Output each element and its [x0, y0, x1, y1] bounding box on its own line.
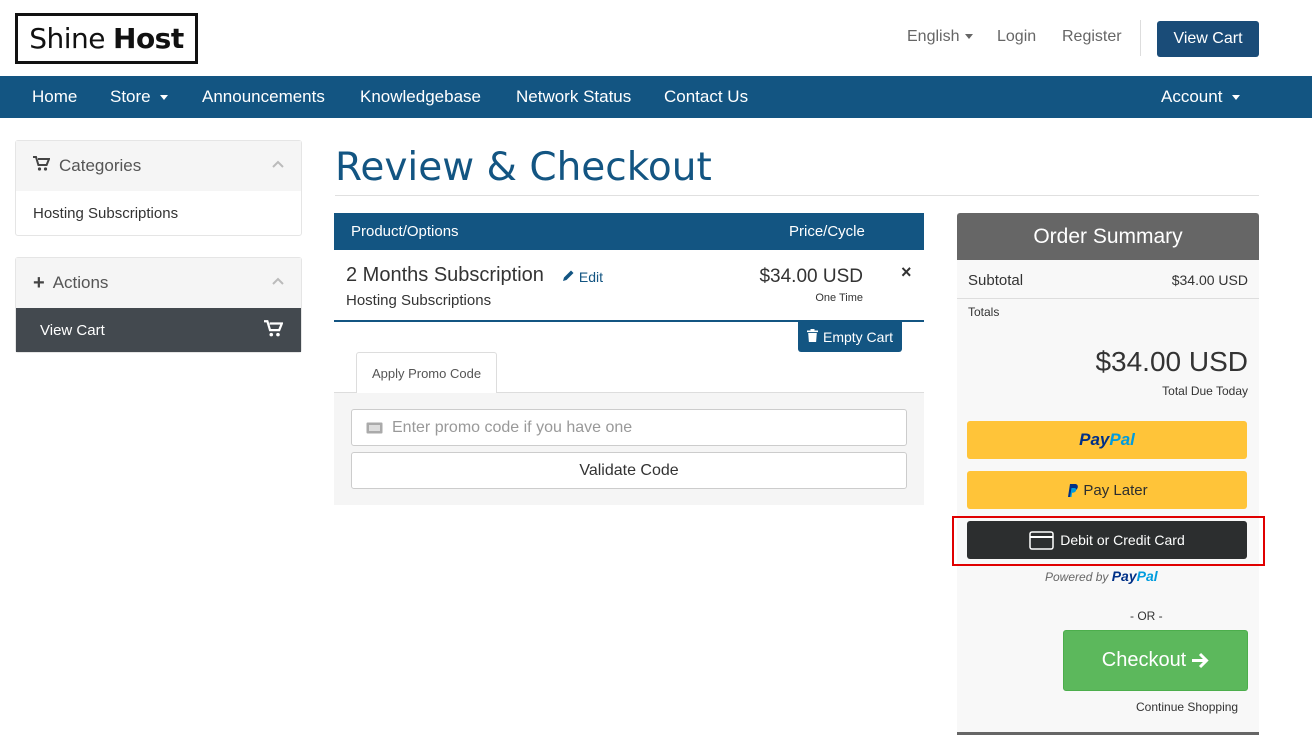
- logo-text-host: Host: [113, 22, 184, 55]
- paypal-logo-small-pay: Pay: [1111, 568, 1137, 584]
- total-due-value: $34.00 USD: [1095, 346, 1248, 377]
- paypal-logo: PayPal: [1079, 430, 1135, 450]
- nav-network-status[interactable]: Network Status: [516, 76, 631, 118]
- edit-label: Edit: [578, 269, 604, 285]
- header-divider: [1140, 20, 1141, 56]
- actions-panel-header[interactable]: + Actions: [16, 258, 301, 308]
- paypal-button[interactable]: PayPal: [967, 421, 1247, 459]
- nav-store[interactable]: Store: [110, 76, 168, 118]
- cart-table-header: Product/Options Price/Cycle: [334, 213, 924, 250]
- caret-down-icon: [965, 34, 974, 40]
- powered-by-label: Powered by: [1045, 570, 1109, 584]
- checkout-label: Checkout: [1101, 649, 1187, 671]
- cart-item-price: $34.00 USD: [759, 266, 863, 287]
- promo-code-placeholder: Enter promo code if you have one: [392, 418, 633, 436]
- register-link[interactable]: Register: [1062, 28, 1122, 46]
- subtotal-value: $34.00 USD: [1171, 272, 1248, 288]
- promo-code-input[interactable]: Enter promo code if you have one: [351, 409, 907, 446]
- logo[interactable]: Shine Host: [15, 13, 198, 64]
- actions-title: Actions: [52, 273, 109, 292]
- sidebar-item-hosting-subscriptions[interactable]: Hosting Subscriptions: [16, 191, 301, 235]
- nav-announcements[interactable]: Announcements: [202, 76, 325, 118]
- cart-item-name: 2 Months Subscription: [346, 264, 544, 286]
- caret-down-icon: [1232, 95, 1241, 101]
- pay-later-label: Pay Later: [1083, 481, 1148, 499]
- card-label: Debit or Credit Card: [1060, 532, 1185, 548]
- paypal-p-icon: [1066, 483, 1079, 498]
- caret-down-icon: [159, 95, 168, 101]
- language-dropdown[interactable]: English: [907, 28, 974, 46]
- nav-home[interactable]: Home: [32, 76, 77, 118]
- subtotal-row: Subtotal $34.00 USD: [968, 272, 1248, 289]
- main-navbar: Home Store Announcements Knowledgebase N…: [0, 76, 1312, 118]
- empty-cart-label: Empty Cart: [822, 329, 893, 345]
- sidebar-item-label: View Cart: [40, 321, 105, 339]
- paypal-pay-later-button[interactable]: Pay Later: [967, 471, 1247, 509]
- paypal-logo-pal: Pal: [1109, 430, 1135, 449]
- chevron-up-icon[interactable]: [272, 155, 284, 171]
- chevron-up-icon[interactable]: [272, 272, 284, 288]
- nav-store-label: Store: [110, 87, 151, 106]
- nav-account-label: Account: [1161, 87, 1223, 106]
- categories-panel: Categories Hosting Subscriptions: [15, 140, 302, 236]
- ticket-icon: [366, 422, 383, 434]
- product-options-header: Product/Options: [351, 223, 459, 240]
- validate-code-button[interactable]: Validate Code: [351, 452, 907, 489]
- powered-by-paypal: Powered by PayPal: [1045, 568, 1158, 584]
- language-label: English: [907, 28, 960, 45]
- checkout-button[interactable]: Checkout: [1063, 630, 1248, 691]
- empty-cart-button[interactable]: Empty Cart: [798, 322, 902, 352]
- page-title: Review & Checkout: [335, 145, 712, 190]
- logo-text-shine: Shine: [29, 22, 106, 55]
- debit-credit-card-button[interactable]: Debit or Credit Card: [967, 521, 1247, 559]
- credit-card-icon: [1029, 530, 1054, 550]
- shopping-cart-icon: [264, 319, 284, 341]
- edit-item-link[interactable]: Edit: [562, 269, 603, 285]
- continue-shopping-link[interactable]: Continue Shopping: [1136, 700, 1238, 714]
- shopping-cart-icon: [33, 156, 51, 176]
- nav-account[interactable]: Account: [1161, 76, 1241, 118]
- trash-icon: [806, 329, 818, 345]
- sidebar-item-view-cart[interactable]: View Cart: [16, 308, 301, 352]
- paypal-logo-small: PayPal: [1112, 568, 1158, 584]
- login-link[interactable]: Login: [997, 28, 1036, 46]
- or-separator: - OR -: [1130, 609, 1163, 623]
- order-summary-title: Order Summary: [957, 213, 1259, 260]
- total-due-caption: Total Due Today: [1162, 384, 1248, 398]
- subtotal-label: Subtotal: [968, 272, 1024, 289]
- categories-panel-header[interactable]: Categories: [16, 141, 301, 191]
- remove-item-icon[interactable]: ×: [901, 262, 912, 283]
- nav-knowledgebase[interactable]: Knowledgebase: [360, 76, 481, 118]
- pencil-icon: [562, 269, 579, 285]
- plus-icon: +: [33, 271, 45, 294]
- totals-label: Totals: [968, 305, 1000, 319]
- paypal-logo-pay: Pay: [1079, 430, 1110, 449]
- view-cart-button[interactable]: View Cart: [1157, 21, 1259, 57]
- tab-apply-promo-code[interactable]: Apply Promo Code: [356, 352, 497, 393]
- title-divider: [335, 195, 1259, 196]
- cart-item-cycle: One Time: [815, 292, 863, 304]
- categories-title: Categories: [59, 156, 142, 175]
- price-cycle-header: Price/Cycle: [789, 223, 865, 240]
- cart-item-row: 2 Months Subscription Edit Hosting Subsc…: [334, 250, 924, 322]
- arrow-right-icon: [1191, 652, 1209, 669]
- cart-item-group: Hosting Subscriptions: [346, 292, 492, 309]
- nav-contact-us[interactable]: Contact Us: [664, 76, 748, 118]
- summary-divider: [957, 298, 1259, 299]
- actions-panel: + Actions View Cart: [15, 257, 302, 353]
- paypal-logo-small-pal: Pal: [1136, 568, 1158, 584]
